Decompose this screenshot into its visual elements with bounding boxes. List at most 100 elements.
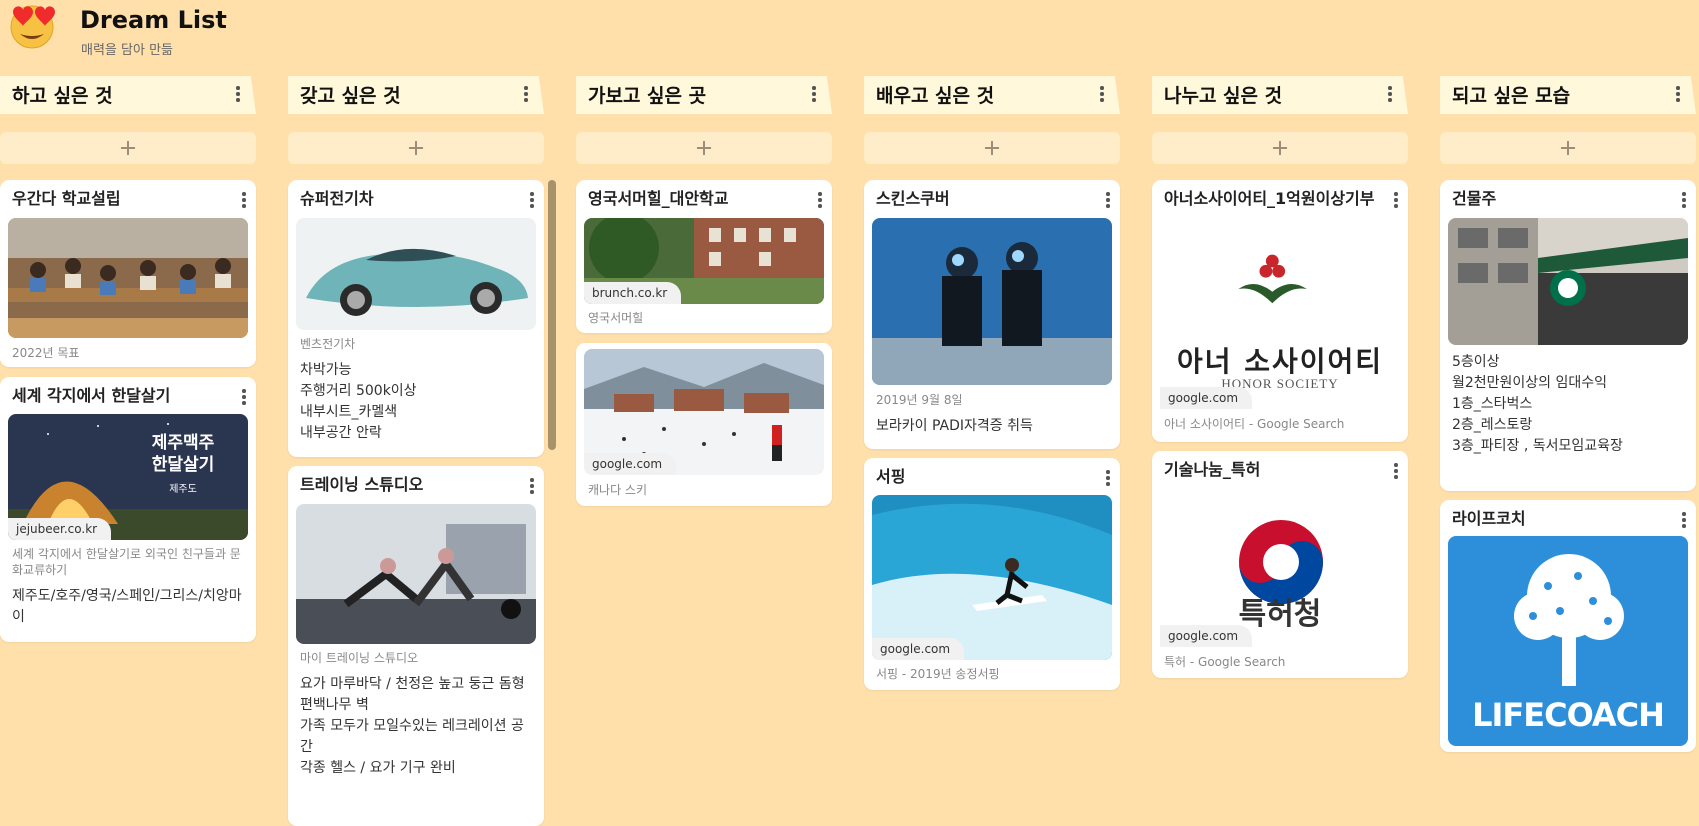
plus-icon <box>1273 141 1287 155</box>
card-scuba[interactable]: 스킨스쿠버 2019년 9월 8일 보라카이 PADI자격증 취득 <box>864 180 1120 449</box>
card-title: 스킨스쿠버 <box>876 189 950 208</box>
column-places: 가보고 싶은 곳 <box>576 76 832 164</box>
surfing-image: google.com <box>872 495 1112 660</box>
card-uganda-school[interactable]: 우간다 학교설립 2022년 목표 <box>0 180 256 367</box>
column-scrollbar[interactable] <box>548 180 556 450</box>
card-meta: 영국서머힐 <box>588 311 644 325</box>
card-honor-society[interactable]: 아너소사이어티_1억원이상기부 아너 소사이어티 HONOR SOCIETY g… <box>1152 180 1408 442</box>
board-subtitle: 매력을 담아 만듦 <box>81 43 173 58</box>
card-title: 영국서머힐_대안학교 <box>588 189 729 208</box>
card-more-icon[interactable] <box>242 389 246 405</box>
card-title: 아너소사이어티_1억원이상기부 <box>1164 189 1375 208</box>
card-meta: 벤츠전기차 <box>300 337 356 351</box>
image-overlay-text: 제주맥주 한달살기 <box>151 433 215 475</box>
link-domain[interactable]: brunch.co.kr <box>584 282 682 304</box>
add-card-button[interactable] <box>288 132 544 164</box>
link-domain[interactable]: google.com <box>584 453 677 475</box>
add-card-button[interactable] <box>864 132 1120 164</box>
column-todo: 하고 싶은 것 <box>0 76 256 164</box>
card-meta: 마이 트레이닝 스튜디오 <box>300 651 419 665</box>
card-title: 서핑 <box>876 467 906 486</box>
summerhill-school-image: brunch.co.kr <box>584 218 824 304</box>
jeju-house-image: 제주맥주 한달살기 제주도 jejubeer.co.kr <box>8 414 248 540</box>
patent-office-logo-image: 특허청 <box>1160 489 1400 639</box>
column-more-icon[interactable] <box>812 86 816 102</box>
plus-icon <box>985 141 999 155</box>
logo-text: 아너 소사이어티 <box>1176 345 1384 378</box>
card-more-icon[interactable] <box>1106 470 1110 486</box>
card-title: 세계 각지에서 한달살기 <box>12 386 171 405</box>
image-overlay-sub: 제주도 <box>169 484 197 495</box>
card-meta: 아너 소사이어티 - Google Search <box>1164 417 1345 431</box>
card-patent[interactable]: 기술나눔_특허 특허청 google.com 특허 - Google Searc… <box>1152 451 1408 678</box>
column-more-icon[interactable] <box>1100 86 1104 102</box>
card-summerhill[interactable]: 영국서머힐_대안학교 brunch.co.kr 영국서머힐 <box>576 180 832 333</box>
card-body: 제주도/호주/영국/스페인/그리스/치앙마이 <box>12 588 242 625</box>
plus-icon <box>697 141 711 155</box>
add-card-button[interactable] <box>1152 132 1408 164</box>
card-meta: 특허 - Google Search <box>1164 655 1286 669</box>
card-canada-ski[interactable]: google.com 캐나다 스키 <box>576 343 832 506</box>
card-super-ev[interactable]: 슈퍼전기차 벤츠전기차 차박가능 주행거리 500k이상 내부시트_카멜색 내부… <box>288 180 544 457</box>
card-surfing[interactable]: 서핑 google.com 서핑 - 2019년 송정서핑 <box>864 458 1120 690</box>
logo-text: LIFECOACH <box>1472 696 1665 734</box>
board-title: Dream List <box>80 6 227 34</box>
card-more-icon[interactable] <box>1682 512 1686 528</box>
card-title: 라이프코치 <box>1452 509 1526 528</box>
card-more-icon[interactable] <box>1394 463 1398 479</box>
card-title: 기술나눔_특허 <box>1164 460 1261 479</box>
plus-icon <box>409 141 423 155</box>
link-domain[interactable]: google.com <box>872 638 965 660</box>
card-life-coach[interactable]: 라이프코치 LIFECOACH <box>1440 500 1696 752</box>
column-header: 하고 싶은 것 <box>0 76 256 114</box>
add-card-button[interactable] <box>0 132 256 164</box>
card-body: 5층이상 월2천만원이상의 임대수익 1층_스타벅스 2층_레스토랑 3층_파티… <box>1452 354 1623 454</box>
card-more-icon[interactable] <box>818 192 822 208</box>
column-title: 갖고 싶은 것 <box>300 85 401 107</box>
column-more-icon[interactable] <box>1388 86 1392 102</box>
add-card-button[interactable] <box>576 132 832 164</box>
classroom-image <box>8 218 248 338</box>
column-become: 되고 싶은 모습 <box>1440 76 1696 164</box>
card-more-icon[interactable] <box>1394 192 1398 208</box>
plus-icon <box>1561 141 1575 155</box>
life-coach-logo-image: LIFECOACH <box>1448 536 1688 746</box>
card-more-icon[interactable] <box>530 192 534 208</box>
link-domain[interactable]: jejubeer.co.kr <box>8 518 112 540</box>
column-title: 배우고 싶은 것 <box>876 85 995 107</box>
column-title: 나누고 싶은 것 <box>1164 85 1283 107</box>
starbucks-building-image <box>1448 218 1688 345</box>
card-more-icon[interactable] <box>1106 192 1110 208</box>
card-more-icon[interactable] <box>1682 192 1686 208</box>
honor-society-logo-image: 아너 소사이어티 HONOR SOCIETY <box>1160 252 1400 408</box>
column-more-icon[interactable] <box>1676 86 1680 102</box>
card-body: 차박가능 주행거리 500k이상 내부시트_카멜색 내부공간 안락 <box>300 362 417 441</box>
column-header: 갖고 싶은 것 <box>288 76 544 114</box>
electric-car-image <box>296 218 536 330</box>
card-building-owner[interactable]: 건물주 5층이상 월2천만원이상의 임대수익 1층_스타벅스 2층_레스토랑 3… <box>1440 180 1696 491</box>
column-want: 갖고 싶은 것 <box>288 76 544 164</box>
ski-resort-image: google.com <box>584 349 824 475</box>
add-card-button[interactable] <box>1440 132 1696 164</box>
column-header: 나누고 싶은 것 <box>1152 76 1408 114</box>
card-more-icon[interactable] <box>530 478 534 494</box>
gym-image <box>296 504 536 644</box>
card-body: 보라카이 PADI자격증 취득 <box>876 418 1033 434</box>
card-title: 슈퍼전기차 <box>300 189 374 208</box>
card-training-studio[interactable]: 트레이닝 스튜디오 마이 트레이닝 스튜디오 요가 마루바닥 / 천정은 높고 … <box>288 466 544 826</box>
heart-eyes-emoji-icon <box>8 2 62 50</box>
card-month-living[interactable]: 세계 각지에서 한달살기 제주맥주 한달살기 제주도 jejubeer.co.k… <box>0 377 256 642</box>
card-title: 건물주 <box>1452 189 1497 208</box>
column-more-icon[interactable] <box>236 86 240 102</box>
column-header: 배우고 싶은 것 <box>864 76 1120 114</box>
card-meta: 세계 각지에서 한달살기로 외국인 친구들과 문화교류하기 <box>12 547 241 577</box>
link-domain[interactable]: google.com <box>1160 387 1253 409</box>
card-title: 트레이닝 스튜디오 <box>300 475 424 494</box>
plus-icon <box>121 141 135 155</box>
column-header: 가보고 싶은 곳 <box>576 76 832 114</box>
column-title: 하고 싶은 것 <box>12 85 113 107</box>
link-domain[interactable]: google.com <box>1160 625 1253 647</box>
column-header: 되고 싶은 모습 <box>1440 76 1696 114</box>
column-more-icon[interactable] <box>524 86 528 102</box>
card-more-icon[interactable] <box>242 192 246 208</box>
